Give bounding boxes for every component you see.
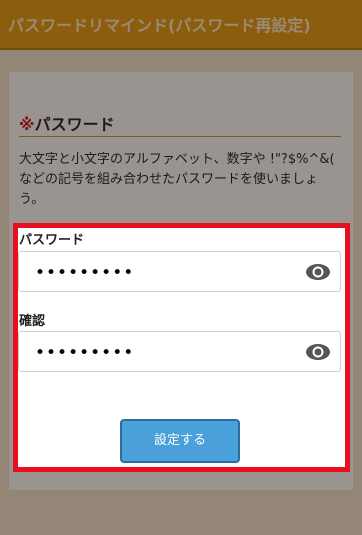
password-label: パスワード (19, 233, 85, 248)
page-header: パスワードリマインド(パスワード再設定) (0, 0, 362, 50)
title-divider (19, 136, 341, 137)
password-hint: 大文字と小文字のアルファベット、数字や !"?$%^&( などの記号を組み合わせ… (19, 152, 335, 207)
page-title: パスワードリマインド(パスワード再設定) (8, 16, 311, 35)
eye-icon[interactable] (305, 343, 331, 361)
password-input[interactable]: ••••••••• (18, 251, 341, 292)
confirm-password-value: ••••••••• (35, 343, 135, 363)
section-title: パスワード (34, 115, 115, 134)
eye-icon[interactable] (305, 263, 331, 281)
submit-button[interactable]: 設定する (120, 419, 240, 463)
section-heading: ※パスワード (19, 111, 115, 135)
confirm-label: 確認 (19, 314, 46, 329)
note-mark: ※ (19, 115, 35, 134)
password-value: ••••••••• (35, 263, 135, 283)
confirm-password-input[interactable]: ••••••••• (18, 331, 341, 372)
